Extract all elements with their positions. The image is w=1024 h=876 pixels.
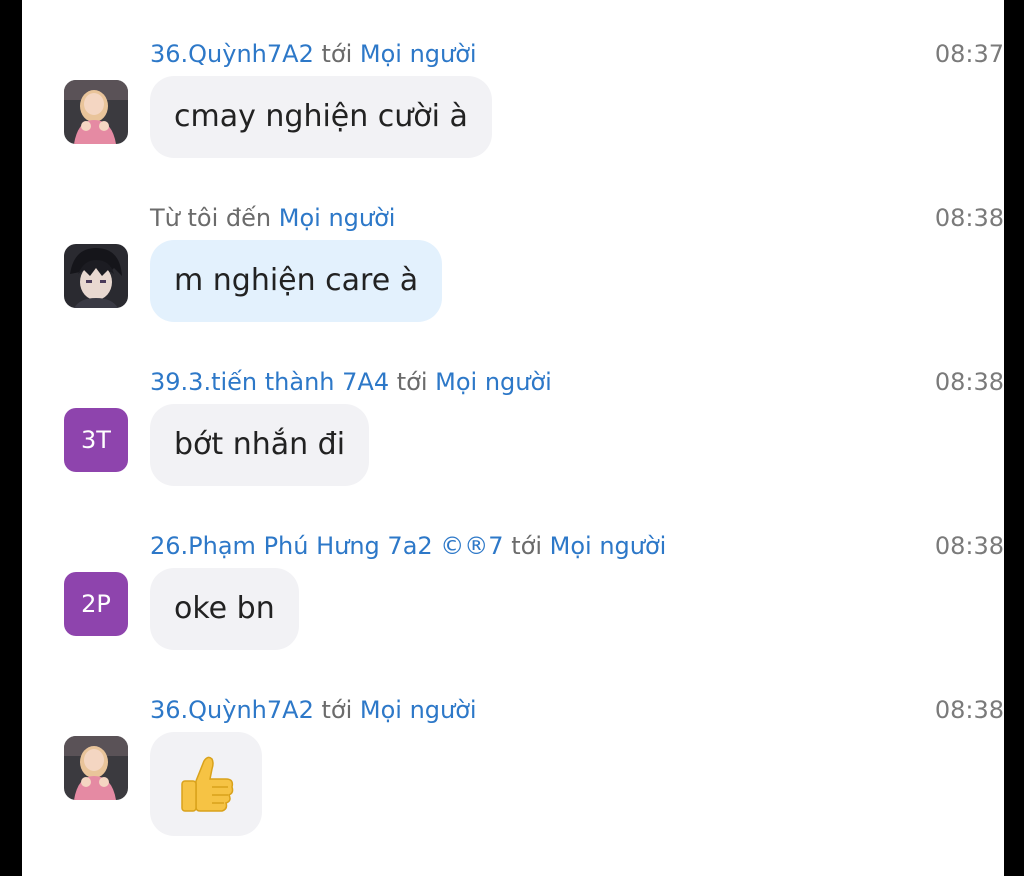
message-header: 36.Quỳnh7A2 tới Mọi người bbox=[150, 692, 477, 728]
chat-message: 36.Quỳnh7A2 tới Mọi người 08:38 👍 bbox=[22, 692, 1004, 842]
to-label: tới bbox=[511, 532, 542, 560]
recipient-name[interactable]: Mọi người bbox=[550, 532, 667, 560]
message-bubble-emoji[interactable]: 👍 bbox=[150, 732, 262, 836]
message-time: 08:38 bbox=[934, 368, 1004, 396]
to-label: tới bbox=[396, 368, 428, 396]
recipient-name[interactable]: Mọi người bbox=[360, 696, 477, 724]
recipient-name[interactable]: Mọi người bbox=[435, 368, 552, 396]
avatar-photo bbox=[64, 736, 128, 800]
sender-name[interactable]: 39.3.tiến thành 7A4 bbox=[150, 368, 389, 396]
message-bubble[interactable]: bớt nhắn đi bbox=[150, 404, 370, 486]
message-bubble[interactable]: cmay nghiện cười à bbox=[150, 76, 492, 158]
avatar-photo bbox=[64, 244, 128, 308]
avatar[interactable] bbox=[64, 244, 128, 308]
avatar[interactable] bbox=[64, 80, 128, 144]
avatar[interactable] bbox=[64, 736, 128, 800]
chat-message-self: Từ tôi đến Mọi người 08:38 m nghiện care… bbox=[22, 200, 1004, 350]
message-header: Từ tôi đến Mọi người bbox=[150, 200, 395, 236]
sender-name[interactable]: 36.Quỳnh7A2 bbox=[150, 40, 314, 68]
avatar-initials[interactable]: 2P bbox=[64, 572, 128, 636]
sender-name[interactable]: 26.Phạm Phú Hưng 7a2 ©®7 bbox=[150, 532, 504, 560]
recipient-name[interactable]: Mọi người bbox=[360, 40, 477, 68]
avatar-photo bbox=[64, 80, 128, 144]
message-header: 39.3.tiến thành 7A4 tới Mọi người bbox=[150, 364, 552, 400]
from-me-label: Từ tôi đến bbox=[150, 204, 272, 232]
chat-message: 36.Quỳnh7A2 tới Mọi người 08:37 cmay ngh… bbox=[22, 36, 1004, 186]
chat-message: 39.3.tiến thành 7A4 tới Mọi người 08:38 … bbox=[22, 364, 1004, 514]
message-header: 36.Quỳnh7A2 tới Mọi người bbox=[150, 36, 477, 72]
message-header: 26.Phạm Phú Hưng 7a2 ©®7 tới Mọi người bbox=[150, 528, 666, 564]
sender-name[interactable]: 36.Quỳnh7A2 bbox=[150, 696, 314, 724]
message-time: 08:38 bbox=[934, 204, 1004, 232]
message-bubble[interactable]: oke bn bbox=[150, 568, 299, 650]
chat-message-list[interactable]: 36.Quỳnh7A2 tới Mọi người 08:37 cmay ngh… bbox=[22, 0, 1004, 876]
avatar-initials[interactable]: 3T bbox=[64, 408, 128, 472]
to-label: tới bbox=[321, 40, 353, 68]
message-time: 08:38 bbox=[934, 532, 1004, 560]
message-time: 08:38 bbox=[934, 696, 1004, 724]
message-bubble[interactable]: m nghiện care à bbox=[150, 240, 443, 322]
thumbs-up-icon bbox=[181, 756, 234, 812]
to-label: tới bbox=[321, 696, 353, 724]
chat-message: 26.Phạm Phú Hưng 7a2 ©®7 tới Mọi người 0… bbox=[22, 528, 1004, 678]
message-time: 08:37 bbox=[934, 40, 1004, 68]
recipient-name[interactable]: Mọi người bbox=[279, 204, 396, 232]
